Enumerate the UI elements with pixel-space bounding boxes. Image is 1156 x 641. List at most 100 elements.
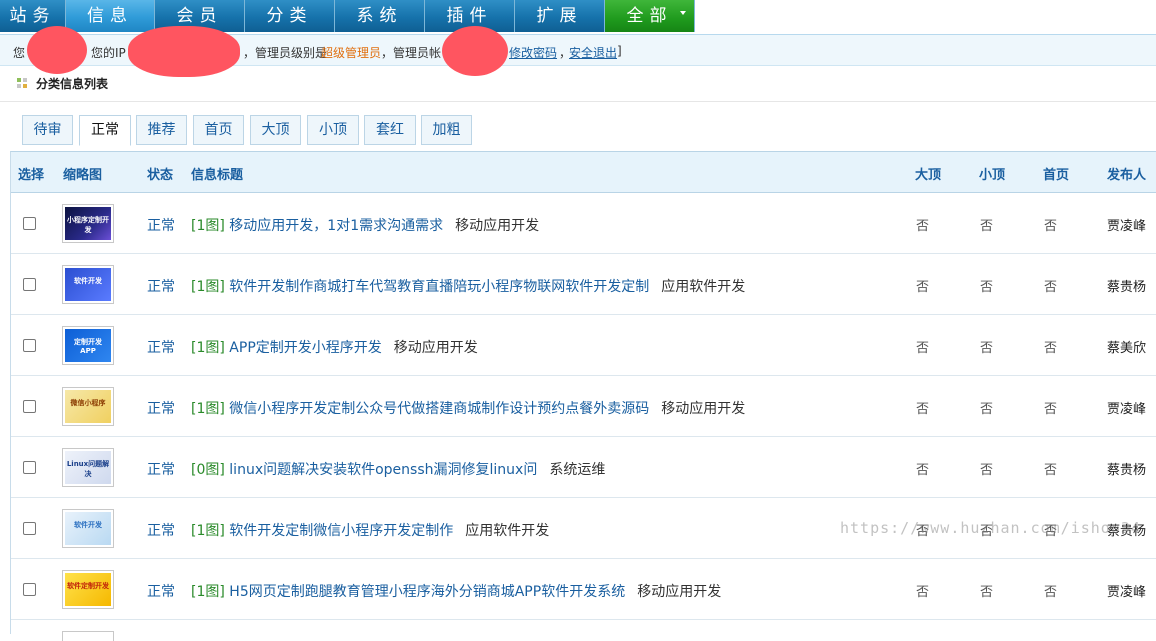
thumbnail-text: 小程序定制开发 xyxy=(67,216,109,234)
nav-item-all[interactable]: 全部 xyxy=(605,0,695,32)
tab-small-top[interactable]: 小顶 xyxy=(307,115,359,145)
row-thumbnail[interactable]: 软件开发 xyxy=(62,509,114,548)
info-prefix: 您 xyxy=(13,46,26,60)
th-status: 状态 xyxy=(147,168,174,183)
row-checkbox[interactable] xyxy=(23,339,36,352)
row-publisher: 贾凌峰 xyxy=(1107,219,1147,234)
info-close-bracket: ] xyxy=(617,44,622,58)
row-status[interactable]: 正常 xyxy=(147,276,175,296)
tab-normal[interactable]: 正常 xyxy=(79,115,131,146)
row-title-link[interactable]: 软件开发定制微信小程序开发定制作 xyxy=(229,523,453,539)
row-title: [1图] H5网页定制跑腿教育管理小程序海外分销商城APP软件开发系统 移动应用开… xyxy=(191,581,721,601)
row-thumbnail[interactable] xyxy=(62,631,114,641)
th-small-top: 小顶 xyxy=(979,168,1006,183)
caret-down-icon xyxy=(680,11,686,15)
tab-red[interactable]: 套红 xyxy=(364,115,416,145)
row-pic-count: [1图] xyxy=(191,523,225,539)
logout-link[interactable]: 安全退出 xyxy=(569,44,617,61)
row-title: [1图] 移动应用开发，1对1需求沟通需求 移动应用开发 xyxy=(191,215,539,235)
table-row: Linux问题解决 正常 [0图] linux问题解决安装软件openssh漏洞修复… xyxy=(11,437,1156,498)
row-thumbnail[interactable]: Linux问题解决 xyxy=(62,448,114,487)
row-pic-count: [1图] xyxy=(191,401,225,417)
tab-big-top[interactable]: 大顶 xyxy=(250,115,301,145)
row-checkbox[interactable] xyxy=(23,217,36,230)
row-category: 应用软件开发 xyxy=(465,523,550,539)
nav-item-all-label: 全部 xyxy=(626,6,673,26)
row-category: 应用软件开发 xyxy=(661,279,746,295)
row-checkbox[interactable] xyxy=(23,400,36,413)
row-title: [1图] 微信小程序开发定制公众号代做搭建商城制作设计预约点餐外卖源码 移动应用开… xyxy=(191,398,745,418)
thumbnail-text: 软件开发 xyxy=(74,521,102,529)
change-password-link[interactable]: 修改密码 xyxy=(509,44,557,61)
row-big-top: 否 xyxy=(916,585,930,600)
info-table: 选择 缩略图 状态 信息标题 大顶 小顶 首页 发布人 小程序定制开发 正常 [1图… xyxy=(10,151,1156,641)
info-account-text: ，管理员帐 xyxy=(381,46,442,60)
row-title-link[interactable]: H5网页定制跑腿教育管理小程序海外分销商城APP软件开发系统 xyxy=(229,584,625,600)
row-title-link[interactable]: 移动应用开发，1对1需求沟通需求 xyxy=(229,218,443,234)
row-small-top: 否 xyxy=(980,463,994,478)
nav-item-extend[interactable]: 扩展 xyxy=(515,0,605,32)
tab-bold[interactable]: 加粗 xyxy=(421,115,472,145)
th-home: 首页 xyxy=(1043,168,1070,183)
row-publisher: 蔡美欣 xyxy=(1107,341,1147,356)
thumbnail-image: 软件开发 xyxy=(65,512,111,545)
row-category: 移动应用开发 xyxy=(455,218,540,234)
tab-pending[interactable]: 待审 xyxy=(22,115,73,145)
row-publisher: 贾凌峰 xyxy=(1107,402,1147,417)
tab-recommend[interactable]: 推荐 xyxy=(136,115,187,145)
table-header: 选择 缩略图 状态 信息标题 大顶 小顶 首页 发布人 xyxy=(11,152,1156,193)
row-thumbnail[interactable]: 小程序定制开发 xyxy=(62,204,114,243)
watermark: https://www.huzhan.com/ishop34 xyxy=(840,519,1141,537)
row-title-link[interactable]: linux问题解决安装软件openssh漏洞修复linux问 xyxy=(229,462,537,478)
row-checkbox[interactable] xyxy=(23,522,36,535)
tab-home[interactable]: 首页 xyxy=(193,115,244,145)
info-level-text: ，管理员级别是 xyxy=(243,46,328,60)
row-status[interactable]: 正常 xyxy=(147,459,175,479)
row-thumbnail[interactable]: 定制开发 APP xyxy=(62,326,114,365)
row-thumbnail[interactable]: 软件定制开发 xyxy=(62,570,114,609)
row-status[interactable]: 正常 xyxy=(147,215,175,235)
table-row: 软件定制开发 正常 [1图] H5网页定制跑腿教育管理小程序海外分销商城APP软件开… xyxy=(11,559,1156,620)
row-big-top: 否 xyxy=(916,341,930,356)
row-status[interactable]: 正常 xyxy=(147,337,175,357)
row-checkbox[interactable] xyxy=(23,278,36,291)
th-title: 信息标题 xyxy=(191,168,244,183)
row-home: 否 xyxy=(1044,585,1058,600)
row-status[interactable]: 正常 xyxy=(147,520,175,540)
thumbnail-text: 软件定制开发 xyxy=(67,582,109,590)
row-category: 移动应用开发 xyxy=(661,401,746,417)
row-thumbnail[interactable]: 微信小程序 xyxy=(62,387,114,426)
row-title-link[interactable]: 微信小程序开发定制公众号代做搭建商城制作设计预约点餐外卖源码 xyxy=(229,401,649,417)
row-pic-count: [1图] xyxy=(191,279,225,295)
row-pic-count: [1图] xyxy=(191,340,225,356)
thumbnail-image: 软件开发 xyxy=(65,268,111,301)
thumbnail-image: 定制开发 APP xyxy=(65,329,111,362)
nav-item-system[interactable]: 系统 xyxy=(335,0,425,32)
info-ip-label: 您的IP xyxy=(91,46,126,60)
th-select: 选择 xyxy=(18,168,45,183)
row-category: 移动应用开发 xyxy=(393,340,478,356)
row-status[interactable]: 正常 xyxy=(147,398,175,418)
thumbnail-image: 小程序定制开发 xyxy=(65,207,111,240)
row-small-top: 否 xyxy=(980,585,994,600)
table-row: 软件开发 正常 [1图] 软件开发制作商城打车代驾教育直播陪玩小程序物联网软件开发定… xyxy=(11,254,1156,315)
row-home: 否 xyxy=(1044,280,1058,295)
row-checkbox[interactable] xyxy=(23,461,36,474)
row-pic-count: [0图] xyxy=(191,462,225,478)
row-checkbox[interactable] xyxy=(23,583,36,596)
table-row: 微信小程序 正常 [1图] 微信小程序开发定制公众号代做搭建商城制作设计预约点餐外卖… xyxy=(11,376,1156,437)
row-category: 系统运维 xyxy=(549,462,606,478)
row-title: [1图] 软件开发制作商城打车代驾教育直播陪玩小程序物联网软件开发定制 应用软件开… xyxy=(191,276,745,296)
row-title: [1图] APP定制开发小程序开发 移动应用开发 xyxy=(191,337,478,357)
thumbnail-text: 微信小程序 xyxy=(70,399,106,407)
row-thumbnail[interactable]: 软件开发 xyxy=(62,265,114,304)
row-publisher: 贾凌峰 xyxy=(1107,585,1147,600)
table-row: 定制开发 APP 正常 [1图] APP定制开发小程序开发 移动应用开发 否 否 否 蔡美欣 xyxy=(11,315,1156,376)
nav-item-category[interactable]: 分类 xyxy=(245,0,335,32)
row-title-link[interactable]: 软件开发制作商城打车代驾教育直播陪玩小程序物联网软件开发定制 xyxy=(229,279,649,295)
row-title-link[interactable]: APP定制开发小程序开发 xyxy=(229,340,381,356)
row-title: [1图] 软件开发定制微信小程序开发定制作 应用软件开发 xyxy=(191,520,549,540)
nav-item-info[interactable]: 信息 xyxy=(66,0,155,32)
row-title: [0图] linux问题解决安装软件openssh漏洞修复linux问 系统运维 xyxy=(191,459,605,479)
row-status[interactable]: 正常 xyxy=(147,581,175,601)
